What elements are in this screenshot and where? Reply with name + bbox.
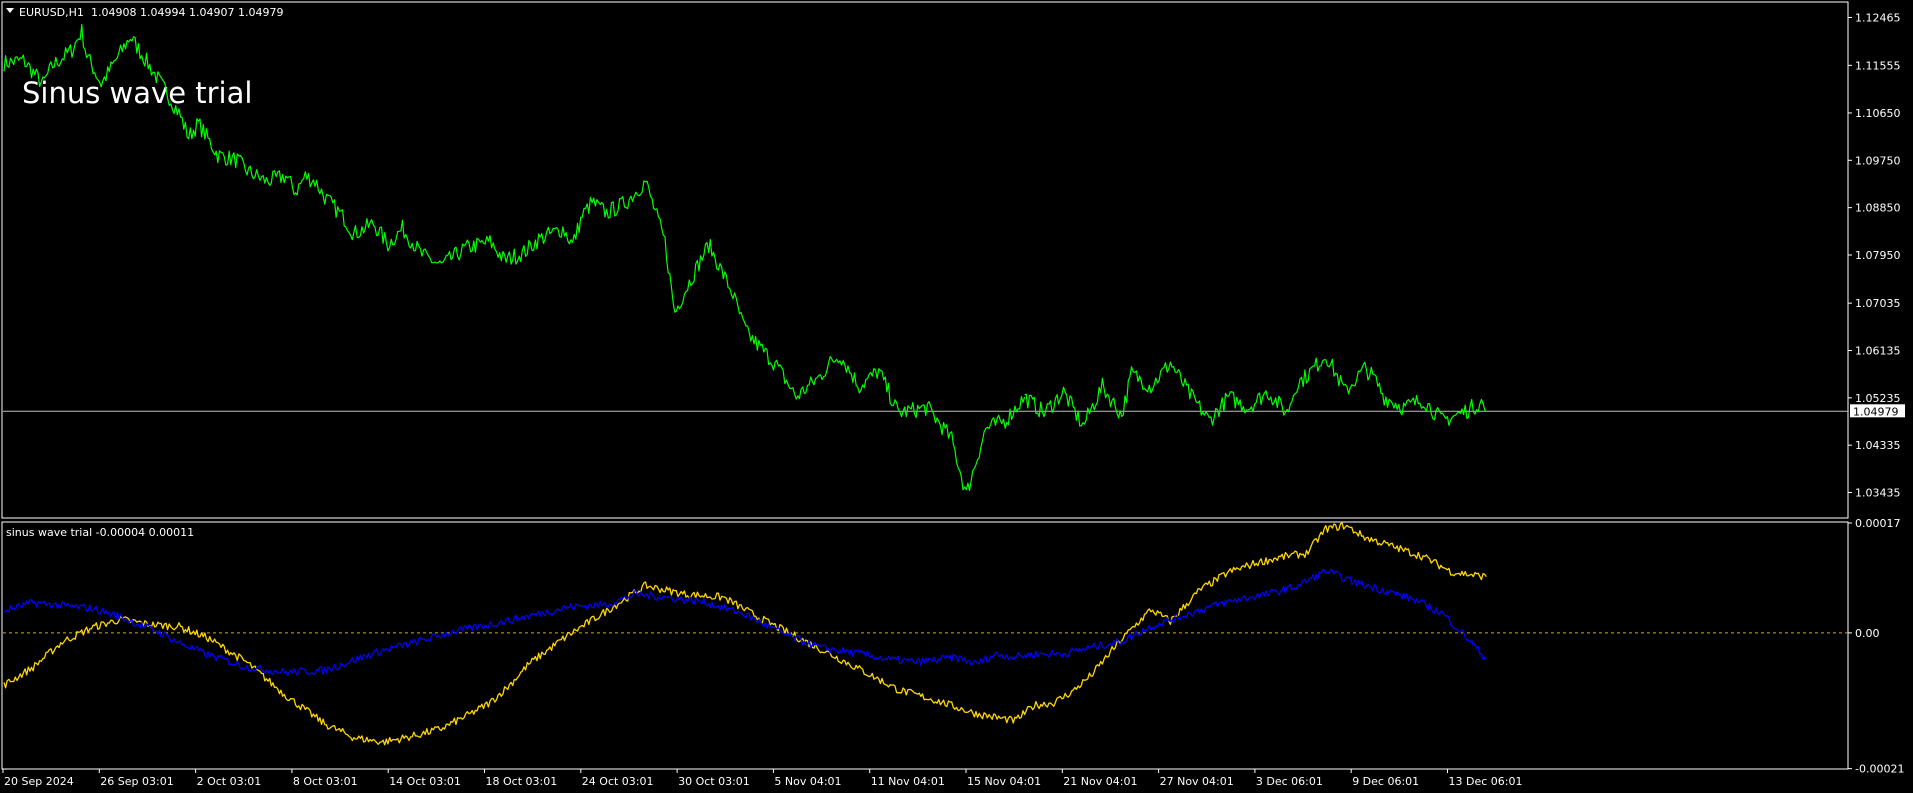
time-tick-label: 2 Oct 03:01 (197, 775, 262, 788)
price-tick-label: 1.08850 (1855, 202, 1901, 215)
price-tick-label: 1.07950 (1855, 249, 1901, 262)
time-tick-label: 5 Nov 04:01 (774, 775, 841, 788)
chart-annotation-text: Sinus wave trial (22, 76, 252, 110)
indicator-tick-label: 0.00017 (1855, 517, 1901, 530)
price-tick-label: 1.09750 (1855, 154, 1901, 167)
chart-canvas[interactable]: EURUSD,H1 1.04908 1.04994 1.04907 1.0497… (0, 0, 1913, 793)
indicator-tick-label: 0.00 (1855, 627, 1880, 640)
time-tick-label: 13 Dec 06:01 (1449, 775, 1523, 788)
time-tick-label: 3 Dec 06:01 (1256, 775, 1323, 788)
price-panel-frame (1, 1, 1849, 519)
indicator-line-yellow (3, 522, 1487, 746)
time-tick-label: 15 Nov 04:01 (967, 775, 1041, 788)
indicator-line-blue (3, 568, 1487, 676)
indicator-axis: 0.00017 0.00 -0.00021 (1848, 517, 1904, 776)
time-tick-label: 30 Oct 03:01 (678, 775, 750, 788)
time-tick-label: 21 Nov 04:01 (1063, 775, 1137, 788)
time-tick-label: 11 Nov 04:01 (871, 775, 945, 788)
price-tick-label: 1.03435 (1855, 487, 1901, 500)
price-tick-label: 1.06135 (1855, 344, 1901, 357)
price-tick-label: 1.04335 (1855, 439, 1901, 452)
indicator-panel-frame (1, 521, 1849, 770)
price-tick-label: 1.05235 (1855, 392, 1901, 405)
time-tick-label: 26 Sep 03:01 (100, 775, 173, 788)
time-tick-label: 18 Oct 03:01 (486, 775, 558, 788)
time-tick-label: 27 Nov 04:01 (1160, 775, 1234, 788)
price-line-segment-1 (1024, 357, 1487, 427)
price-tick-label: 1.12465 (1855, 11, 1901, 24)
price-axis: 1.12465 1.11555 1.10650 1.09750 1.08850 1.079… (1848, 11, 1901, 500)
indicator-tick-label: -0.00021 (1855, 763, 1904, 776)
price-tick-label: 1.10650 (1855, 107, 1901, 120)
time-tick-label: 14 Oct 03:01 (389, 775, 461, 788)
triangle-down-icon[interactable] (6, 8, 14, 13)
price-tick-label: 1.11555 (1855, 59, 1901, 72)
indicator-series (3, 522, 1487, 746)
time-tick-label: 20 Sep 2024 (4, 775, 74, 788)
time-tick-label: 9 Dec 06:01 (1352, 775, 1419, 788)
price-tick-label: 1.07035 (1855, 297, 1901, 310)
svg-text:1.04979: 1.04979 (1853, 405, 1899, 418)
time-axis: 20 Sep 2024 26 Sep 03:01 2 Oct 03:01 8 Oct … (2, 769, 1523, 788)
current-price-badge: 1.04979 (1850, 404, 1905, 418)
time-tick-label: 8 Oct 03:01 (293, 775, 358, 788)
indicator-label: sinus wave trial -0.00004 0.00011 (6, 526, 194, 539)
symbol-label: EURUSD,H1 (19, 6, 84, 19)
time-tick-label: 24 Oct 03:01 (582, 775, 654, 788)
ohlc-values: 1.04908 1.04994 1.04907 1.04979 (91, 6, 283, 19)
